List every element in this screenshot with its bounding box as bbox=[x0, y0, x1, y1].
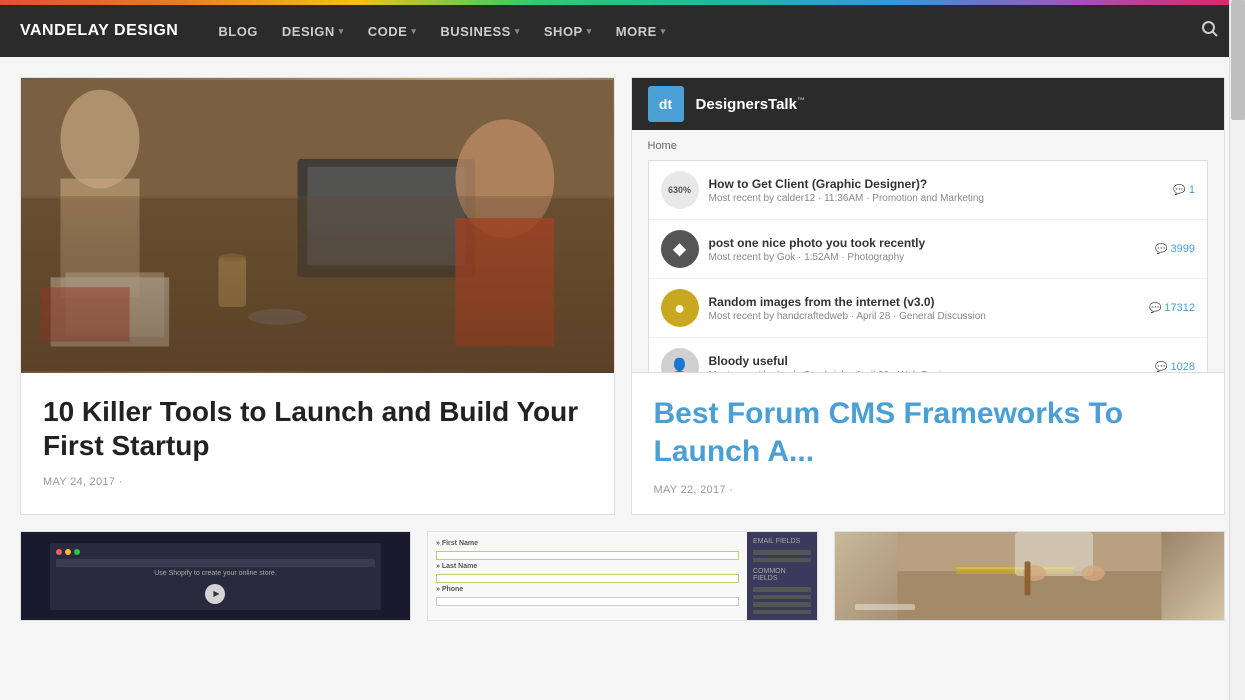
shopify-bar bbox=[56, 559, 375, 567]
forum-item-count-1: 1 bbox=[1173, 184, 1195, 196]
preview-card-woodworking[interactable] bbox=[834, 531, 1225, 621]
chevron-down-icon: ▾ bbox=[661, 26, 666, 37]
article-date-1: MAY 24, 2017 · bbox=[43, 476, 592, 488]
forum-item-meta-2: Most recent by Gok · 1:52AM · Photograph… bbox=[709, 252, 1146, 263]
scrollbar[interactable] bbox=[1229, 0, 1245, 700]
forum-item-2: ◆ post one nice photo you took recently … bbox=[649, 220, 1208, 279]
forum-avatar-3: ● bbox=[661, 289, 699, 327]
forum-item-title-4: Bloody useful bbox=[709, 354, 1146, 368]
forum-item-meta-4: Most recent by LeakySandwich · April 28 … bbox=[709, 370, 1146, 374]
chevron-down-icon: ▾ bbox=[515, 26, 520, 37]
forum-item-content-1: How to Get Client (Graphic Designer)? Mo… bbox=[709, 177, 1164, 204]
shopify-tagline: Use Shopify to create your online store. bbox=[56, 570, 375, 577]
last-name-field bbox=[436, 574, 739, 583]
form-sidebar: EMAIL FIELDS COMMON FIELDS bbox=[747, 532, 817, 620]
sidebar-item-5 bbox=[753, 602, 811, 607]
sidebar-item-4 bbox=[753, 595, 811, 600]
forum-item-content-3: Random images from the internet (v3.0) M… bbox=[709, 295, 1139, 322]
article-title-1[interactable]: 10 Killer Tools to Launch and Build Your… bbox=[43, 395, 592, 462]
forum-screenshot: dt DesignersTalk™ Home 630% How to Get C… bbox=[632, 78, 1225, 373]
forum-item-content-4: Bloody useful Most recent by LeakySandwi… bbox=[709, 354, 1146, 374]
preview-card-shopify[interactable]: Use Shopify to create your online store. bbox=[20, 531, 411, 621]
forum-avatar-4: 👤 bbox=[661, 348, 699, 373]
nav-item-more[interactable]: MORE ▾ bbox=[606, 18, 676, 45]
main-content: 10 Killer Tools to Launch and Build Your… bbox=[0, 57, 1245, 631]
main-nav: VANDELAY DESIGN BLOG DESIGN ▾ CODE ▾ BUS… bbox=[0, 5, 1245, 57]
scrollbar-thumb[interactable] bbox=[1231, 0, 1245, 120]
forum-body: Home 630% How to Get Client (Graphic Des… bbox=[632, 130, 1225, 373]
shopify-window: Use Shopify to create your online store. bbox=[50, 543, 381, 610]
form-preview-container: » First Name » Last Name » Phone EMAIL F… bbox=[428, 532, 817, 620]
site-brand[interactable]: VANDELAY DESIGN bbox=[20, 22, 178, 40]
nav-item-blog[interactable]: BLOG bbox=[208, 18, 268, 45]
forum-item-meta-3: Most recent by handcraftedweb · April 28… bbox=[709, 311, 1139, 322]
forum-header: dt DesignersTalk™ bbox=[632, 78, 1225, 130]
close-btn bbox=[56, 549, 62, 555]
search-icon[interactable] bbox=[1195, 14, 1225, 49]
forum-item-4: 👤 Bloody useful Most recent by LeakySand… bbox=[649, 338, 1208, 373]
form-sidebar-section2: COMMON FIELDS bbox=[753, 568, 811, 582]
forum-item-count-3: 17312 bbox=[1149, 302, 1195, 314]
forum-brand: DesignersTalk™ bbox=[696, 96, 805, 113]
forum-item-title-1: How to Get Client (Graphic Designer)? bbox=[709, 177, 1164, 191]
woodworking-photo bbox=[835, 532, 1224, 620]
sidebar-item-6 bbox=[753, 610, 811, 615]
chevron-down-icon: ▾ bbox=[411, 26, 416, 37]
featured-row: 10 Killer Tools to Launch and Build Your… bbox=[20, 77, 1225, 515]
forum-item-3: ● Random images from the internet (v3.0)… bbox=[649, 279, 1208, 338]
forum-avatar-2: ◆ bbox=[661, 230, 699, 268]
article-card-1[interactable]: 10 Killer Tools to Launch and Build Your… bbox=[20, 77, 615, 515]
phone-field bbox=[436, 597, 739, 606]
play-icon[interactable] bbox=[205, 584, 225, 604]
max-btn bbox=[74, 549, 80, 555]
sidebar-item-1 bbox=[753, 550, 811, 555]
nav-links: BLOG DESIGN ▾ CODE ▾ BUSINESS ▾ SHOP ▾ M… bbox=[208, 18, 1195, 45]
shopify-screenshot: Use Shopify to create your online store. bbox=[21, 532, 410, 620]
forum-item-title-2: post one nice photo you took recently bbox=[709, 236, 1146, 250]
form-sidebar-header: EMAIL FIELDS bbox=[753, 538, 811, 545]
form-last-name-label: » Last Name bbox=[436, 563, 739, 570]
workspace-photo bbox=[21, 78, 614, 373]
article-card-2[interactable]: dt DesignersTalk™ Home 630% How to Get C… bbox=[631, 77, 1226, 515]
window-controls bbox=[56, 549, 375, 555]
form-section-header: » First Name bbox=[436, 540, 739, 547]
form-fields-left: » First Name » Last Name » Phone bbox=[428, 532, 747, 620]
form-phone-label: » Phone bbox=[436, 586, 739, 593]
article-image-2: dt DesignersTalk™ Home 630% How to Get C… bbox=[632, 78, 1225, 373]
play-button-container bbox=[56, 580, 375, 604]
article-date-2: MAY 22, 2017 · bbox=[654, 484, 1203, 496]
first-name-field bbox=[436, 551, 739, 560]
nav-item-shop[interactable]: SHOP ▾ bbox=[534, 18, 602, 45]
nav-item-business[interactable]: BUSINESS ▾ bbox=[430, 18, 530, 45]
forum-item-count-4: 1028 bbox=[1155, 361, 1195, 373]
article-image-1 bbox=[21, 78, 614, 373]
forum-item-count-2: 3999 bbox=[1155, 243, 1195, 255]
article-title-2[interactable]: Best Forum CMS Frameworks To Launch A... bbox=[654, 395, 1203, 470]
preview-card-form[interactable]: » First Name » Last Name » Phone EMAIL F… bbox=[427, 531, 818, 621]
forum-list: 630% How to Get Client (Graphic Designer… bbox=[648, 160, 1209, 373]
forum-avatar-1: 630% bbox=[661, 171, 699, 209]
article-text-1: 10 Killer Tools to Launch and Build Your… bbox=[21, 373, 614, 506]
article-text-2: Best Forum CMS Frameworks To Launch A...… bbox=[632, 373, 1225, 514]
forum-item-title-3: Random images from the internet (v3.0) bbox=[709, 295, 1139, 309]
forum-item-meta-1: Most recent by calder12 · 11:36AM · Prom… bbox=[709, 193, 1164, 204]
forum-item-content-2: post one nice photo you took recently Mo… bbox=[709, 236, 1146, 263]
sidebar-item-3 bbox=[753, 587, 811, 592]
min-btn bbox=[65, 549, 71, 555]
sidebar-item-2 bbox=[753, 558, 811, 563]
nav-item-code[interactable]: CODE ▾ bbox=[358, 18, 427, 45]
chevron-down-icon: ▾ bbox=[587, 26, 592, 37]
forum-logo: dt bbox=[648, 86, 684, 122]
preview-row: Use Shopify to create your online store.… bbox=[20, 531, 1225, 621]
nav-item-design[interactable]: DESIGN ▾ bbox=[272, 18, 354, 45]
forum-breadcrumb: Home bbox=[648, 140, 1209, 152]
chevron-down-icon: ▾ bbox=[339, 26, 344, 37]
forum-item-1: 630% How to Get Client (Graphic Designer… bbox=[649, 161, 1208, 220]
